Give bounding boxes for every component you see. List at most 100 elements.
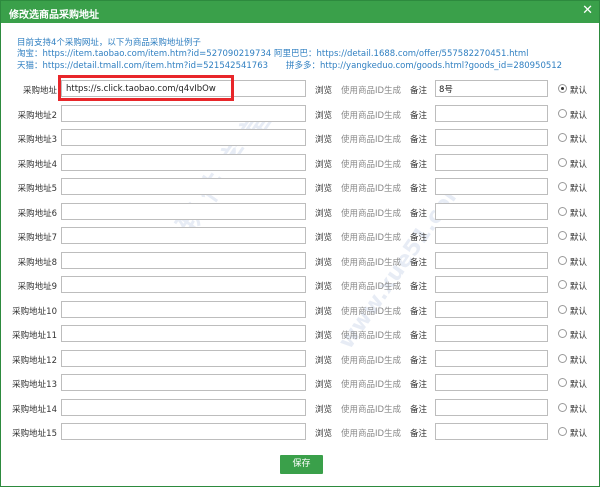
browse-link[interactable]: 浏览 — [315, 207, 332, 219]
note-label: 备注 — [410, 380, 428, 390]
address-row: 采购地址6 浏览 使用商品ID生成 备注 默认 — [1, 202, 599, 222]
default-radio[interactable] — [558, 353, 567, 363]
generate-by-id-link[interactable]: 使用商品ID生成 — [341, 354, 401, 366]
title-bar: 修改选商品采购地址 ✕ — [1, 1, 599, 23]
save-button[interactable]: 保存 — [280, 455, 323, 474]
generate-by-id-link[interactable]: 使用商品ID生成 — [341, 84, 401, 96]
note-label: 备注 — [410, 86, 428, 96]
address-url-input[interactable] — [61, 104, 306, 122]
generate-by-id-link[interactable]: 使用商品ID生成 — [341, 427, 401, 439]
address-label: 采购地址15 — [12, 429, 57, 439]
default-radio[interactable] — [558, 402, 567, 412]
browse-link[interactable]: 浏览 — [315, 84, 332, 96]
browse-link[interactable]: 浏览 — [315, 305, 332, 317]
note-input[interactable] — [435, 325, 548, 342]
default-radio[interactable] — [558, 304, 567, 314]
browse-link[interactable]: 浏览 — [315, 109, 332, 121]
browse-link[interactable]: 浏览 — [315, 378, 332, 390]
browse-link[interactable]: 浏览 — [315, 427, 332, 439]
browse-link[interactable]: 浏览 — [315, 354, 332, 366]
default-radio[interactable] — [558, 206, 567, 216]
default-radio[interactable] — [558, 280, 567, 289]
address-url-input[interactable] — [61, 423, 306, 440]
default-radio[interactable] — [558, 329, 567, 338]
browse-link[interactable]: 浏览 — [315, 133, 332, 145]
address-url-input[interactable] — [61, 129, 306, 146]
default-radio[interactable] — [558, 427, 567, 436]
note-input[interactable] — [435, 153, 548, 171]
default-radio[interactable] — [558, 157, 567, 167]
generate-by-id-link[interactable]: 使用商品ID生成 — [341, 305, 401, 317]
note-input[interactable] — [435, 276, 548, 293]
address-url-input[interactable] — [61, 398, 306, 416]
generate-by-id-link[interactable]: 使用商品ID生成 — [341, 256, 401, 268]
generate-by-id-link[interactable]: 使用商品ID生成 — [341, 231, 401, 243]
note-label: 备注 — [410, 257, 428, 268]
generate-by-id-link[interactable]: 使用商品ID生成 — [341, 133, 401, 145]
generate-by-id-link[interactable]: 使用商品ID生成 — [341, 403, 401, 415]
generate-by-id-link[interactable]: 使用商品ID生成 — [341, 109, 401, 121]
note-label: 备注 — [410, 355, 428, 366]
browse-link[interactable]: 浏览 — [315, 231, 332, 243]
note-input[interactable] — [435, 349, 548, 367]
note-input[interactable] — [435, 374, 548, 391]
default-radio[interactable] — [558, 378, 567, 387]
note-input[interactable] — [435, 178, 548, 195]
default-radio[interactable] — [558, 255, 567, 265]
note-label: 备注 — [410, 110, 428, 121]
default-label: 默认 — [570, 184, 588, 194]
address-url-input[interactable] — [61, 349, 306, 367]
note-label: 备注 — [410, 184, 428, 194]
note-input[interactable] — [435, 80, 548, 97]
address-row: 采购地址13 浏览 使用商品ID生成 备注 默认 — [1, 374, 599, 393]
generate-by-id-link[interactable]: 使用商品ID生成 — [341, 207, 401, 219]
default-label: 默认 — [570, 208, 588, 219]
hint-tmall: 天猫：https://detail.tmall.com/item.htm?id=… — [17, 61, 269, 71]
address-url-input[interactable] — [61, 153, 306, 171]
address-url-input[interactable] — [61, 325, 306, 342]
address-label: 采购地址8 — [17, 257, 57, 268]
address-url-input[interactable] — [61, 300, 306, 318]
note-input[interactable] — [435, 423, 548, 440]
address-row: 采购地址3 浏览 使用商品ID生成 备注 默认 — [1, 129, 599, 148]
browse-link[interactable]: 浏览 — [315, 256, 332, 268]
browse-link[interactable]: 浏览 — [315, 329, 332, 341]
address-url-input[interactable] — [61, 202, 306, 220]
address-label: 采购地址12 — [12, 355, 57, 366]
address-url-input[interactable] — [61, 227, 306, 244]
note-input[interactable] — [435, 104, 548, 122]
address-url-input[interactable] — [61, 276, 306, 293]
browse-link[interactable]: 浏览 — [315, 403, 332, 415]
generate-by-id-link[interactable]: 使用商品ID生成 — [341, 378, 401, 390]
address-row: 采购地址11 浏览 使用商品ID生成 备注 默认 — [1, 325, 599, 344]
default-radio[interactable] — [558, 108, 567, 118]
address-label: 采购地址9 — [17, 282, 57, 292]
default-label: 默认 — [570, 159, 588, 170]
address-url-input[interactable] — [61, 374, 306, 391]
note-input[interactable] — [435, 398, 548, 416]
address-row: 采购地址7 浏览 使用商品ID生成 备注 默认 — [1, 227, 599, 246]
note-input[interactable] — [435, 202, 548, 220]
address-url-input[interactable] — [61, 178, 306, 195]
generate-by-id-link[interactable]: 使用商品ID生成 — [341, 280, 401, 292]
default-radio[interactable] — [558, 182, 567, 191]
note-input[interactable] — [435, 300, 548, 318]
note-label: 备注 — [410, 429, 428, 439]
default-radio[interactable] — [558, 231, 567, 240]
generate-by-id-link[interactable]: 使用商品ID生成 — [341, 182, 401, 194]
browse-link[interactable]: 浏览 — [315, 280, 332, 292]
note-input[interactable] — [435, 129, 548, 146]
hint-pdd: 拼多多：http://yangkeduo.com/goods.html?good… — [286, 61, 563, 71]
default-radio[interactable] — [558, 84, 567, 93]
default-radio[interactable] — [558, 133, 567, 142]
address-url-input[interactable] — [61, 251, 306, 269]
note-label: 备注 — [410, 306, 428, 317]
note-input[interactable] — [435, 251, 548, 269]
generate-by-id-link[interactable]: 使用商品ID生成 — [341, 329, 401, 341]
generate-by-id-link[interactable]: 使用商品ID生成 — [341, 158, 401, 170]
note-input[interactable] — [435, 227, 548, 244]
address-label: 采购地址6 — [17, 208, 57, 219]
browse-link[interactable]: 浏览 — [315, 158, 332, 170]
close-icon[interactable]: ✕ — [582, 4, 593, 18]
browse-link[interactable]: 浏览 — [315, 182, 332, 194]
